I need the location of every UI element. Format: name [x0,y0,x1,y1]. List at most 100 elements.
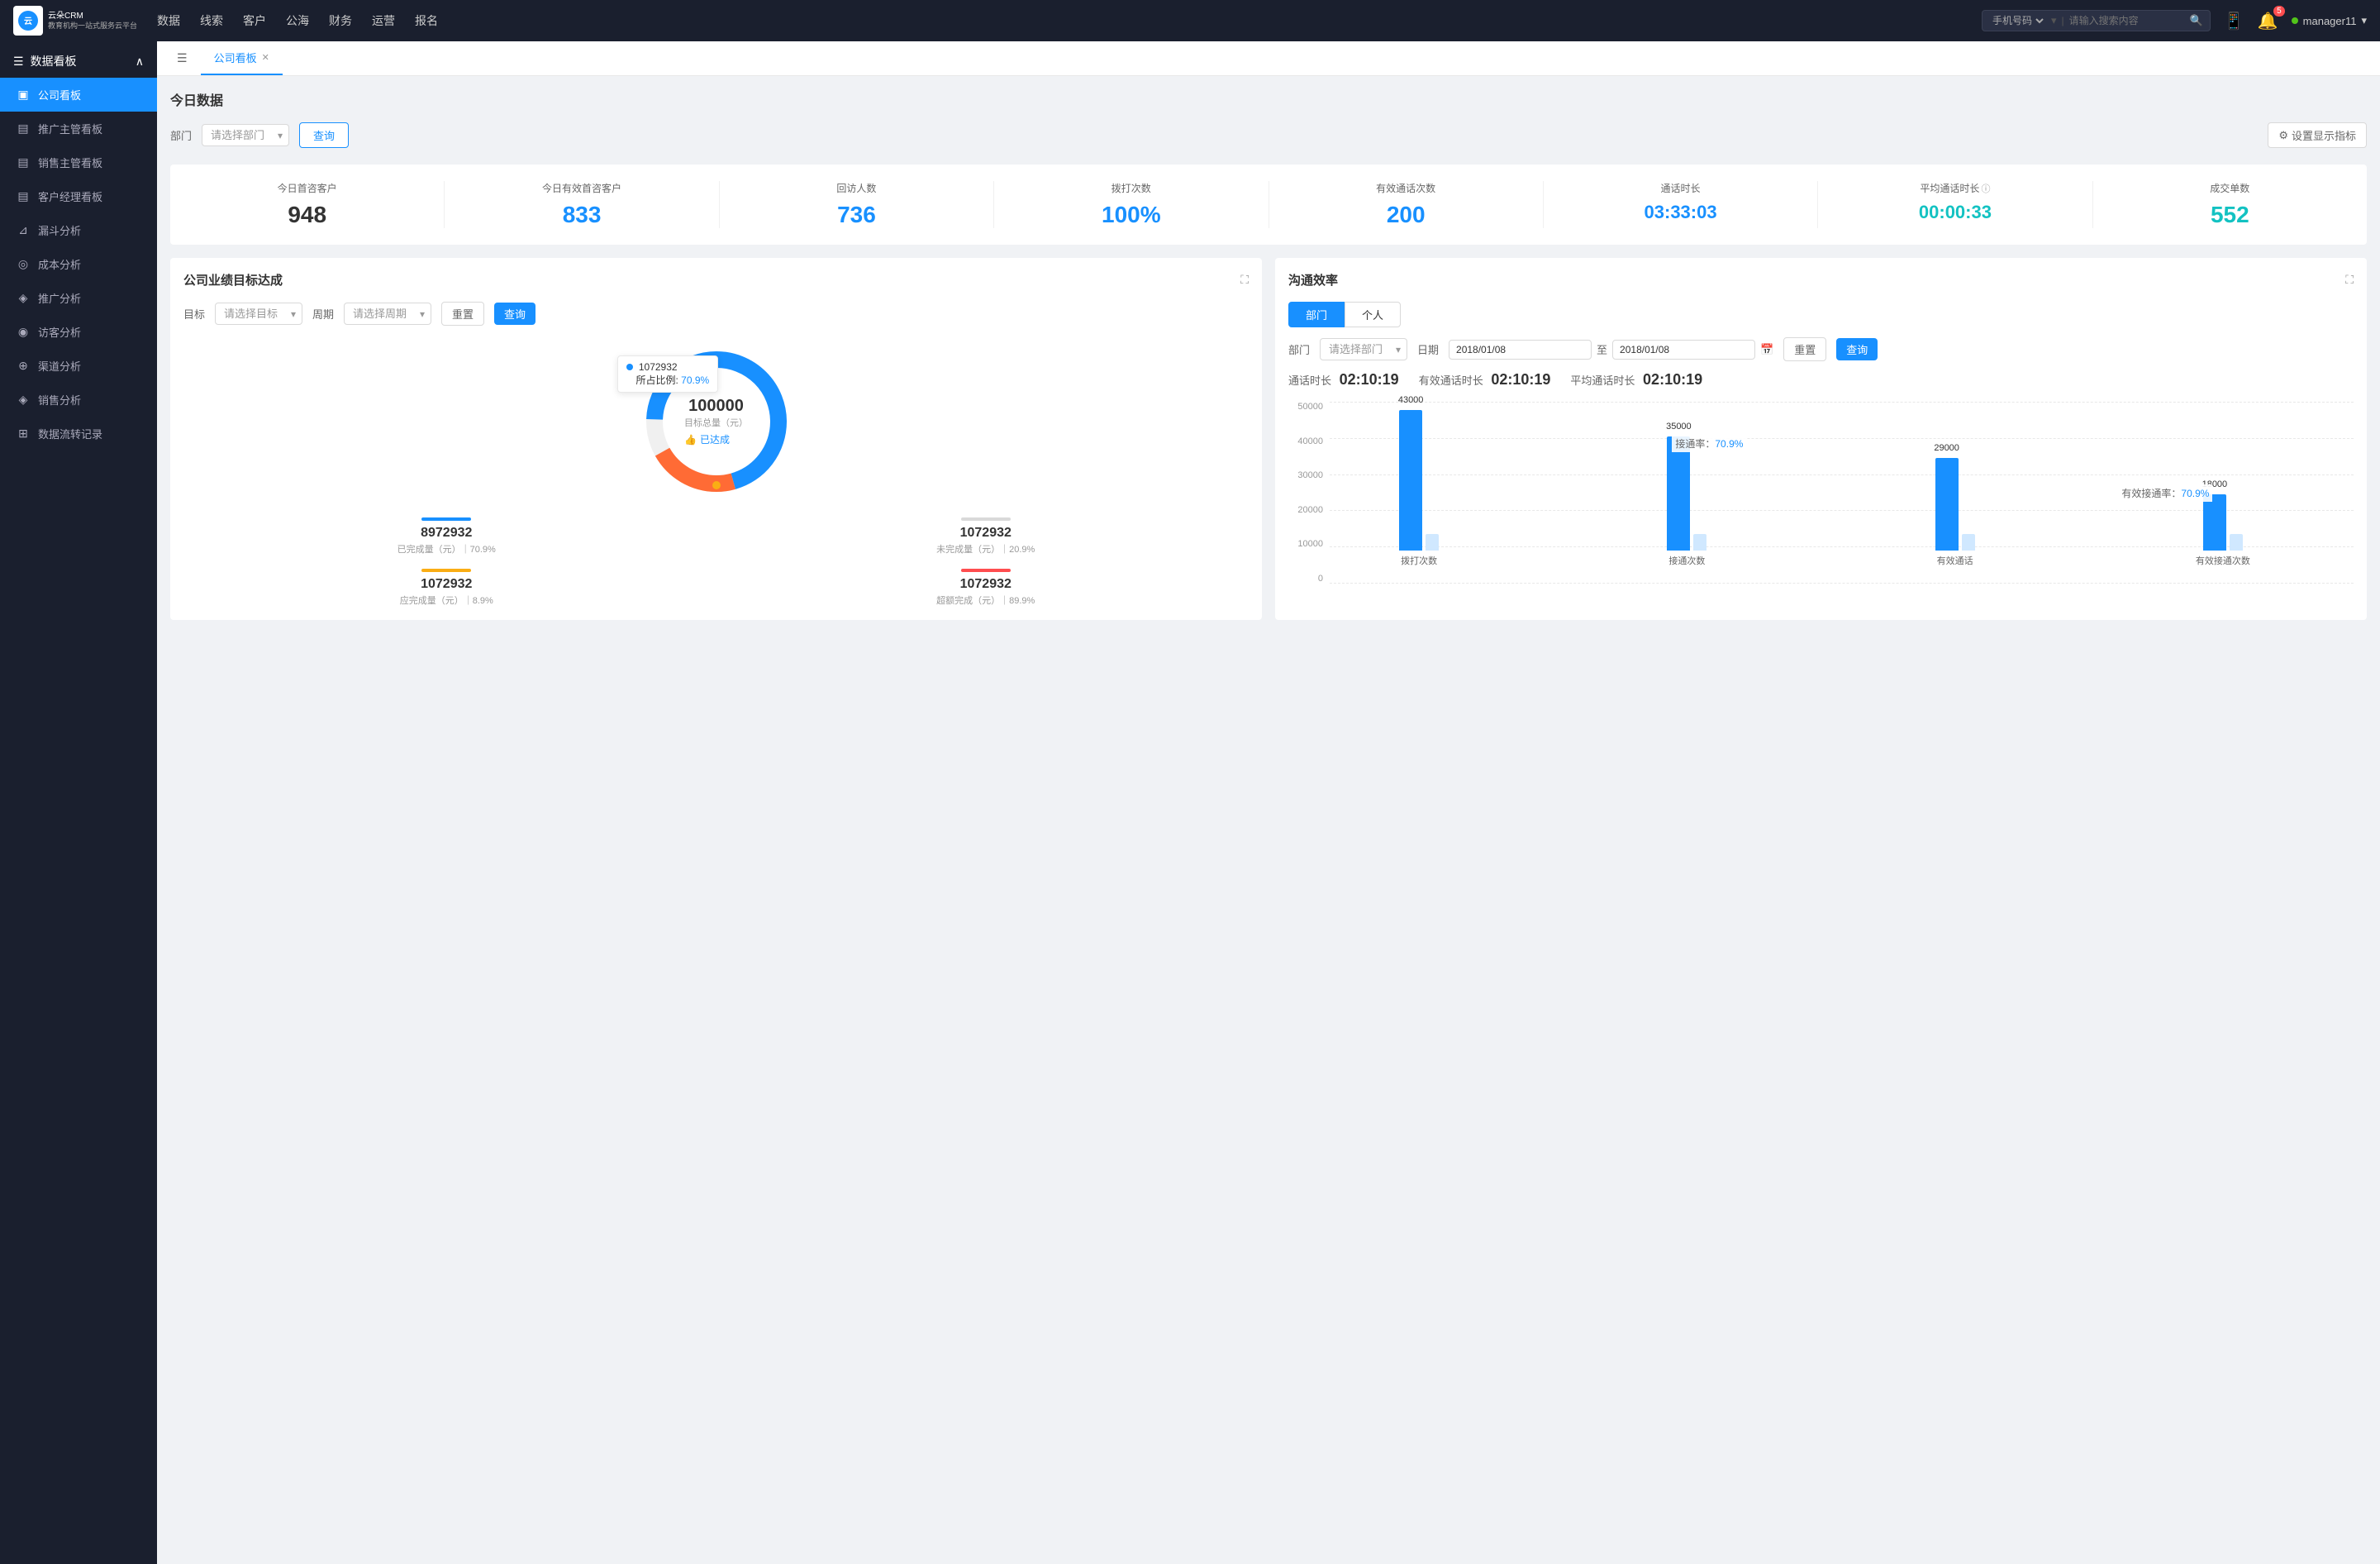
sidebar-label-sales-manager: 销售主管看板 [38,155,102,170]
date-from-input[interactable] [1449,340,1592,360]
stat-effective-duration: 有效通话时长 02:10:19 [1419,371,1551,389]
efficiency-stats-row: 通话时长 02:10:19 有效通话时长 02:10:19 平均通话时长 02:… [1288,371,2354,389]
sales-manager-icon: ▤ [17,155,30,169]
svg-text:云: 云 [24,17,32,26]
metric-deal-count-value: 552 [2103,202,2357,228]
metric-avg-duration-label: 平均通话时长 ⓘ [1828,181,2082,195]
sidebar-label-promo: 推广分析 [38,290,81,306]
bar-group-effective-connect: 18000 有效接通次数 有效接通率：70.9% [2092,402,2354,567]
sidebar-item-cost[interactable]: ◎ 成本分析 [0,247,157,281]
tablet-icon[interactable]: 📱 [2224,11,2244,31]
efficiency-dept-select[interactable]: 请选择部门 [1320,338,1407,360]
sidebar-label-company-board: 公司看板 [38,87,81,103]
personal-tab-button[interactable]: 个人 [1345,302,1401,327]
sidebar-item-promo-manager[interactable]: ▤ 推广主管看板 [0,112,157,145]
metric-deal-count-label: 成交单数 [2103,181,2357,195]
search-box[interactable]: 手机号码 ▾ | 🔍 [1982,10,2211,31]
tab-close-icon[interactable]: ✕ [262,52,269,63]
nav-signup[interactable]: 报名 [415,9,438,32]
bar-group-effective: 29000 有效通话 [1825,402,2086,567]
bar-dial-main-label: 43000 [1398,395,1424,405]
sidebar-item-channel[interactable]: ⊕ 渠道分析 [0,349,157,383]
tooltip-pct-label: 所占比例: [636,374,682,386]
nav-operations[interactable]: 运营 [372,9,395,32]
stat-call-duration: 通话时长 02:10:19 [1288,371,1399,389]
nav-finance[interactable]: 财务 [329,9,352,32]
target-query-button[interactable]: 查询 [494,303,536,325]
search-input[interactable] [2069,15,2185,26]
company-board-icon: ▣ [17,88,30,102]
search-type-select[interactable]: 手机号码 [1989,14,2046,27]
grid-item-uncompleted: 1072932 未完成量（元）｜20.9% [723,517,1250,556]
sidebar-group-label: 数据看板 [31,53,77,69]
sidebar-item-sales-manager[interactable]: ▤ 销售主管看板 [0,145,157,179]
metric-first-consult-label: 今日首咨客户 [180,181,434,195]
sidebar-item-customer-manager[interactable]: ▤ 客户经理看板 [0,179,157,213]
sidebar-group-header: ☰ 数据看板 ∧ [0,41,157,78]
sidebar-collapse-icon[interactable]: ∧ [136,55,144,69]
tabs-bar: ☰ 公司看板 ✕ [157,41,2380,76]
user-area[interactable]: manager11 ▾ [2292,14,2367,27]
sidebar-group-icon: ☰ [13,55,24,69]
search-icon[interactable]: 🔍 [2190,14,2203,27]
metric-call-duration-label: 通话时长 [1554,181,1807,195]
bottom-panels: 公司业绩目标达成 ⛶ 目标 请选择目标 周期 [170,258,2367,620]
sidebar-label-funnel: 漏斗分析 [38,222,81,238]
channel-icon: ⊕ [17,359,30,373]
settings-display-link[interactable]: ⚙ 设置显示指标 [2268,122,2367,148]
efficiency-query-button[interactable]: 查询 [1836,338,1878,360]
tab-company-board[interactable]: 公司看板 ✕ [201,41,283,75]
bar-group-effective-label: 有效通话 [1937,554,1973,567]
nav-items: 数据 线索 客户 公海 财务 运营 报名 [157,9,1962,32]
page-content: 今日数据 部门 请选择部门 查询 ⚙ 设置显示指标 今日首咨客户 [157,76,2380,633]
sidebar-item-funnel[interactable]: ⊿ 漏斗分析 [0,213,157,247]
nav-right: 手机号码 ▾ | 🔍 📱 🔔 5 manager11 ▾ [1982,10,2367,31]
bar-connect-main-label: 35000 [1666,422,1692,432]
nav-leads[interactable]: 线索 [200,9,223,32]
bar-effective-connect-secondary [2230,534,2243,551]
metric-dial-count: 拨打次数 100% [994,181,1269,228]
sidebar-item-promo[interactable]: ◈ 推广分析 [0,281,157,315]
bar-group-effective-connect-label: 有效接通次数 [2196,554,2250,567]
today-query-button[interactable]: 查询 [299,122,349,148]
metric-return-visit: 回访人数 736 [720,181,994,228]
period-select[interactable]: 请选择周期 [344,303,431,325]
bar-dial-main: 43000 [1399,410,1422,551]
bars-container: 43000 拨打次数 [1288,402,2354,584]
grid-desc-completed: 已完成量（元）｜70.9% [183,542,710,556]
nav-data[interactable]: 数据 [157,9,180,32]
sidebar-item-company-board[interactable]: ▣ 公司看板 [0,78,157,112]
bar-group-dial-bars: 43000 [1399,402,1439,551]
efficiency-reset-button[interactable]: 重置 [1783,337,1826,361]
nav-public-sea[interactable]: 公海 [286,9,309,32]
date-to-input[interactable] [1612,340,1755,360]
efficiency-expand-icon[interactable]: ⛶ [2345,273,2354,287]
tooltip-dot [626,364,633,370]
nav-customers[interactable]: 客户 [243,9,266,32]
donut-chart-area: 1072932 所占比例: 70.9% [183,339,1249,504]
metric-return-visit-value: 736 [730,202,983,228]
username: manager11 [2303,15,2357,27]
main-layout: ☰ 数据看板 ∧ ▣ 公司看板 ▤ 推广主管看板 ▤ 销售主管看板 ▤ 客户经理… [0,41,2380,1564]
tabs-toggle-icon[interactable]: ☰ [170,51,194,65]
bar-group-connect-bars: 35000 [1667,402,1706,551]
metric-first-consult: 今日首咨客户 948 [170,181,445,228]
metric-effective-consult: 今日有效首咨客户 833 [445,181,719,228]
target-reset-button[interactable]: 重置 [441,302,484,326]
grid-val-uncompleted: 1072932 [723,526,1250,541]
calendar-icon[interactable]: 📅 [1760,343,1773,356]
company-target-expand-icon[interactable]: ⛶ [1240,273,1249,287]
sidebar-item-data-flow[interactable]: ⊞ 数据流转记录 [0,417,157,451]
user-dropdown-icon[interactable]: ▾ [2361,14,2367,27]
donut-chart: 1072932 所占比例: 70.9% [634,339,799,504]
sidebar-item-sales[interactable]: ◈ 销售分析 [0,383,157,417]
grid-desc-should-complete: 应完成量（元）｜8.9% [183,594,710,607]
target-select[interactable]: 请选择目标 [215,303,302,325]
sidebar-item-visitor[interactable]: ◉ 访客分析 [0,315,157,349]
dept-select[interactable]: 请选择部门 [202,124,289,146]
notification-icon[interactable]: 🔔 5 [2258,11,2278,31]
metric-effective-consult-label: 今日有效首咨客户 [455,181,708,195]
grid-item-should-complete: 1072932 应完成量（元）｜8.9% [183,569,710,607]
dept-tab-button[interactable]: 部门 [1288,302,1345,327]
date-to-label: 至 [1597,341,1607,357]
